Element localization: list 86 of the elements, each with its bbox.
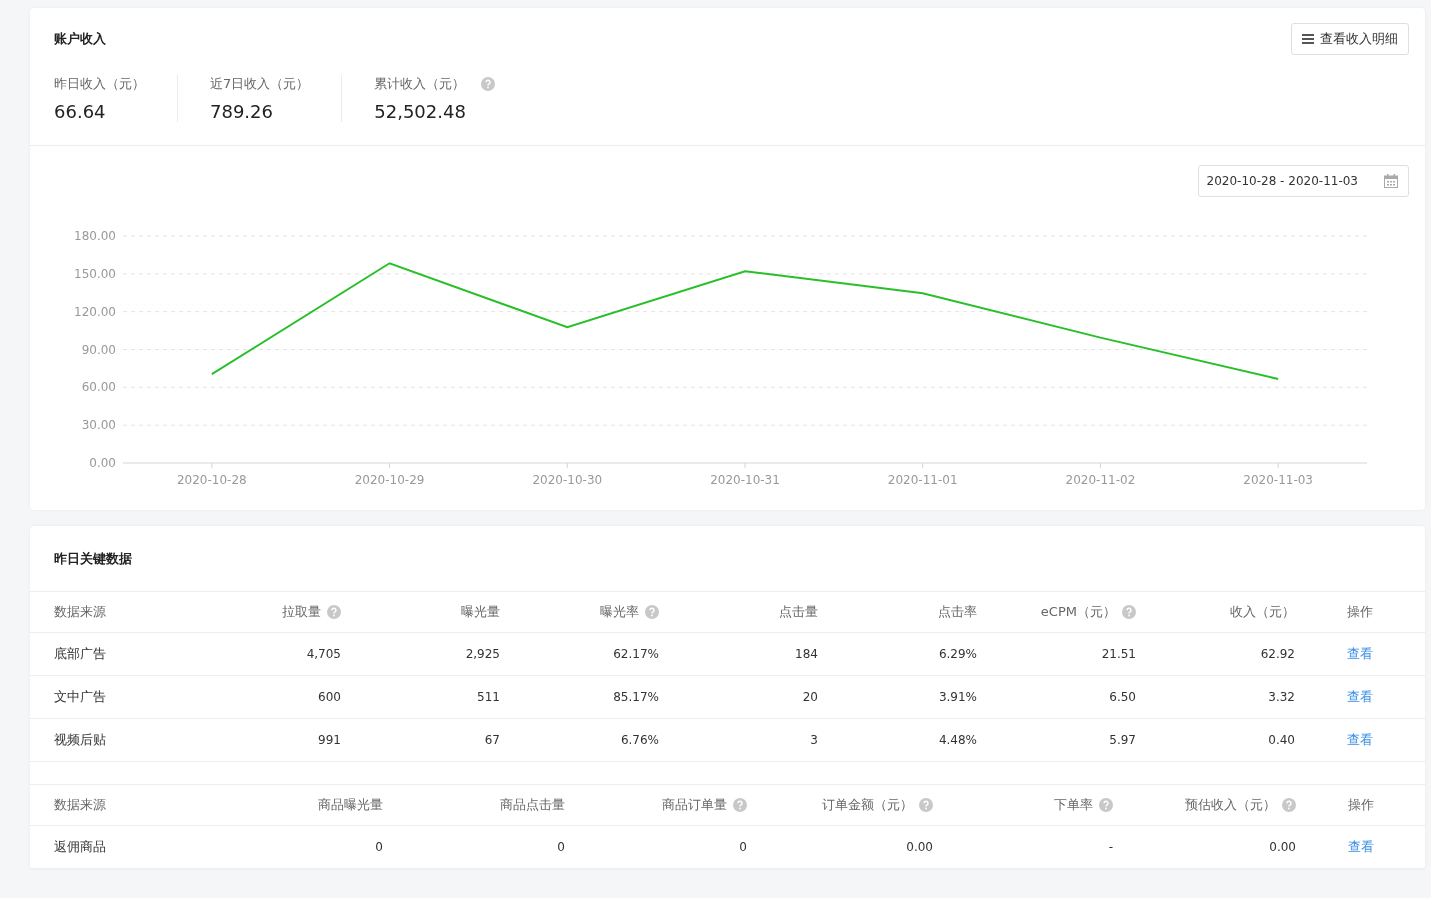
detail-button[interactable]: 查看收入明细 [1291,23,1409,55]
y-tick-label: 180.00 [74,229,116,243]
column-header: 曝光量 [461,603,500,621]
help-icon[interactable] [1122,605,1136,619]
table-cell: 62.92 [1260,647,1295,661]
column-header: 订单金额（元） [822,796,913,814]
stat-value: 66.64 [54,101,107,122]
table-cell: 67 [484,733,500,747]
table-cell: 文中广告 [54,688,106,706]
table-cell: 5.97 [1109,733,1136,747]
column-header: eCPM（元） [1040,603,1116,621]
stat-label: 昨日收入（元） [54,75,145,93]
table-cell: 0.00 [1269,840,1296,854]
card-title: 账户收入 [54,30,106,48]
help-icon[interactable] [733,798,747,812]
table-cell: 85.17% [613,690,659,704]
x-tick-label: 2020-11-02 [1065,473,1136,487]
table-cell: 991 [318,733,341,747]
x-tick-label: 2020-10-29 [354,473,425,487]
column-header: 曝光率 [600,603,639,621]
table-cell: 视频后贴 [54,731,106,749]
view-link[interactable]: 查看 [1347,645,1373,663]
table-cell: 4,705 [306,647,341,661]
table-cell: 返佣商品 [54,838,106,856]
table-cell: 0 [739,840,747,854]
y-tick-label: 150.00 [74,266,116,281]
table-cell: 4.48% [938,733,977,747]
view-link[interactable]: 查看 [1347,731,1373,749]
x-tick-label: 2020-10-30 [532,473,603,487]
y-tick-label: 90.00 [81,342,116,357]
table-cell: 6.29% [938,647,977,661]
table-cell: 0.40 [1268,733,1295,747]
column-header: 收入（元） [1230,603,1295,621]
table-cell: 3 [810,733,818,747]
column-header: 点击量 [779,603,818,621]
column-header: 预估收入（元） [1185,796,1276,814]
y-tick-label: 0.00 [89,456,116,470]
table-cell: 6.50 [1109,690,1136,704]
table-cell: 511 [477,690,500,704]
x-tick-label: 2020-11-01 [887,473,958,487]
help-icon[interactable] [327,605,341,619]
x-tick-label: 2020-10-28 [177,473,247,487]
table-cell: 0.00 [906,840,933,854]
x-tick-label: 2020-11-03 [1243,473,1313,487]
column-header: 点击率 [938,603,977,621]
help-icon[interactable] [919,798,933,812]
date-range-field[interactable]: 2020-10-28 - 2020-11-03 [1197,165,1409,197]
table-cell: 0 [375,840,383,854]
y-tick-label: 120.00 [74,304,116,319]
y-tick-label: 30.00 [81,418,116,433]
table-cell: 600 [318,690,341,704]
help-icon[interactable] [1282,798,1296,812]
table-cell: - [1108,840,1113,854]
table-cell: 21.51 [1101,647,1136,661]
table-cell: 6.76% [620,733,659,747]
column-header: 拉取量 [282,603,321,621]
table-cell: 62.17% [613,647,659,661]
column-header: 商品订单量 [662,796,727,814]
column-header: 商品曝光量 [318,796,383,814]
stat-value: 789.26 [210,101,274,122]
card-title: 昨日关键数据 [54,551,132,566]
table-cell: 底部广告 [54,645,106,663]
help-icon[interactable] [481,77,496,91]
y-tick-label: 60.00 [81,380,116,395]
table-cell: 0 [557,840,565,854]
column-header: 操作 [1347,796,1374,814]
stat-value: 52,502.48 [374,101,467,122]
table-cell: 184 [795,647,818,661]
stat-label: 近7日收入（元） [210,75,310,93]
view-link[interactable]: 查看 [1347,688,1373,706]
table-cell: 2,925 [465,647,500,661]
stat-label: 累计收入（元） [374,75,466,93]
column-header: 操作 [1347,603,1373,621]
help-icon[interactable] [645,605,659,619]
menu-icon [1302,34,1314,44]
column-header: 数据来源 [54,603,106,621]
table-cell: 3.32 [1268,690,1295,704]
column-header: 商品点击量 [500,796,565,814]
calendar-icon [1384,174,1398,188]
x-tick-label: 2020-10-31 [710,473,780,487]
column-header: 下单率 [1054,796,1093,814]
table-cell: 3.91% [938,690,977,704]
table-cell: 20 [802,690,818,704]
column-header: 数据来源 [54,796,106,814]
view-link[interactable]: 查看 [1347,838,1374,856]
help-icon[interactable] [1099,798,1113,812]
